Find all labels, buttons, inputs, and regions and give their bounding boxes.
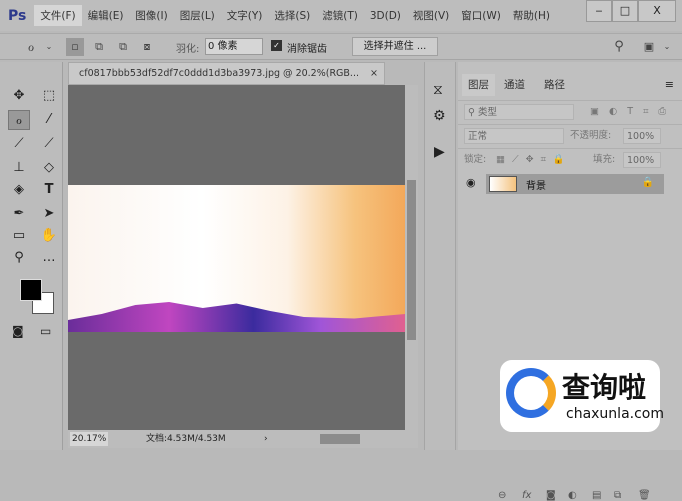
chevron-down-icon[interactable]: ⌄: [658, 38, 676, 56]
move-tool-icon[interactable]: ✥: [8, 86, 30, 106]
fill-label: 填充:: [593, 154, 616, 165]
menu-select[interactable]: 选择(S): [268, 5, 316, 26]
horizontal-scrollbar[interactable]: [320, 434, 360, 444]
path-select-icon[interactable]: ➤: [38, 204, 60, 224]
maximize-button[interactable]: □: [612, 0, 638, 22]
hand-icon[interactable]: ✋: [38, 226, 60, 246]
search-icon[interactable]: ⚲: [610, 38, 628, 56]
mini-panel-dock: ⧖ ⚙ ▶: [424, 62, 456, 450]
adjustment-icon[interactable]: ◐: [568, 490, 577, 501]
layer-name: 背景: [526, 181, 546, 192]
menu-filter[interactable]: 滤镜(T): [316, 5, 364, 26]
opacity-input[interactable]: 100%: [623, 128, 661, 144]
filter-icons[interactable]: ▣◐T⌗⎙: [590, 101, 676, 123]
properties-icon[interactable]: ⚙: [433, 108, 446, 124]
marquee-tool-icon[interactable]: ⬚: [38, 86, 60, 106]
quick-mask-icon[interactable]: ◙: [12, 324, 24, 338]
mask-icon[interactable]: ◙: [546, 490, 556, 501]
lasso-tool-icon[interactable]: ℴ: [8, 110, 30, 130]
foreground-color-swatch[interactable]: [20, 279, 42, 301]
fill-input[interactable]: 100%: [623, 152, 661, 168]
layer-row[interactable]: 背景 🔒: [486, 174, 664, 194]
watermark-icon: [506, 368, 556, 418]
new-layer-icon[interactable]: ⧉: [614, 490, 621, 501]
intersect-selection-icon[interactable]: ⧇: [138, 38, 156, 56]
status-menu-arrow-icon[interactable]: ›: [264, 430, 268, 448]
watermark-brand: 查询啦: [562, 371, 647, 404]
delete-icon[interactable]: 🗑: [638, 490, 651, 501]
fx-icon[interactable]: fx: [522, 490, 531, 501]
tab-channels[interactable]: 通道: [498, 74, 531, 96]
pen-icon[interactable]: ✒: [8, 204, 30, 224]
rectangle-tool-icon[interactable]: ▭: [8, 226, 30, 246]
menu-edit[interactable]: 编辑(E): [82, 5, 130, 26]
blend-mode-select[interactable]: 正常: [464, 128, 564, 144]
layer-filter-select[interactable]: ⚲ 类型: [464, 104, 574, 120]
menu-view[interactable]: 视图(V): [407, 5, 455, 26]
menu-bar: Ps 文件(F) 编辑(E) 图像(I) 图层(L) 文字(Y) 选择(S) 滤…: [0, 0, 682, 31]
feather-label: 羽化:: [176, 44, 200, 55]
menu-window[interactable]: 窗口(W): [455, 5, 507, 26]
new-selection-icon[interactable]: ▫: [66, 38, 84, 56]
opacity-label: 不透明度:: [570, 130, 612, 141]
screen-mode-icon[interactable]: ▭: [40, 324, 51, 338]
options-bar: ℴ ⌄ ▫ ⧉ ⧉ ⧇ 羽化: 0 像素 ✓ 消除锯齿 选择并遮住 ... ⚲ …: [0, 33, 682, 60]
menu-image[interactable]: 图像(I): [129, 5, 173, 26]
tab-paths[interactable]: 路径: [538, 74, 571, 96]
layer-thumbnail: [489, 176, 517, 192]
feather-input[interactable]: 0 像素: [205, 38, 263, 55]
stamp-icon[interactable]: ⊥: [8, 158, 30, 178]
workspace-icon[interactable]: ▣: [640, 38, 658, 56]
lock-label: 锁定:: [464, 154, 487, 165]
filter-label: 类型: [477, 107, 497, 118]
select-and-mask-button[interactable]: 选择并遮住 ...: [352, 37, 438, 56]
group-icon[interactable]: ▤: [592, 490, 601, 501]
panel-menu-icon[interactable]: ≡: [665, 78, 674, 91]
antialias-label: 消除锯齿: [287, 44, 327, 55]
watermark-logo: 查询啦 chaxunla.com: [500, 360, 664, 432]
eyedropper-icon[interactable]: ⟋: [8, 134, 30, 154]
magic-wand-icon[interactable]: ⁄: [38, 110, 60, 130]
brush-icon[interactable]: ⟋: [38, 134, 60, 154]
watermark-url: chaxunla.com: [566, 406, 664, 422]
ps-logo: Ps: [8, 7, 27, 24]
antialias-checkbox[interactable]: ✓: [271, 40, 282, 51]
menu-layer[interactable]: 图层(L): [174, 5, 221, 26]
bucket-icon[interactable]: ◈: [8, 180, 30, 200]
add-selection-icon[interactable]: ⧉: [90, 38, 108, 56]
close-tab-icon[interactable]: ×: [370, 63, 378, 85]
lock-icons[interactable]: ▦⟋✥⌗🔒: [496, 149, 572, 171]
actions-play-icon[interactable]: ▶: [434, 144, 445, 160]
vertical-scrollbar[interactable]: [405, 85, 418, 430]
document-tab[interactable]: cf0817bbb53df52df7c0ddd1d3ba3973.jpg @ 2…: [68, 62, 385, 85]
document-title: cf0817bbb53df52df7c0ddd1d3ba3973.jpg @ 2…: [79, 68, 359, 79]
eraser-icon[interactable]: ◇: [38, 158, 60, 178]
subtract-selection-icon[interactable]: ⧉: [114, 38, 132, 56]
lock-icon: 🔒: [641, 177, 654, 188]
minimize-button[interactable]: ‒: [586, 0, 612, 22]
type-tool-icon[interactable]: T: [38, 180, 60, 200]
link-icon[interactable]: ⊖: [498, 490, 506, 501]
more-tools-icon[interactable]: …: [38, 248, 60, 268]
history-icon[interactable]: ⧖: [433, 82, 443, 98]
chevron-down-icon[interactable]: ⌄: [40, 38, 58, 56]
document-image: [68, 185, 405, 332]
menu-file[interactable]: 文件(F): [34, 5, 82, 26]
menu-type[interactable]: 文字(Y): [221, 5, 269, 26]
close-button[interactable]: X: [638, 0, 676, 22]
visibility-eye-icon[interactable]: ◉: [466, 176, 476, 189]
zoom-tool-icon[interactable]: ⚲: [8, 248, 30, 268]
doc-info: 文档:4.53M/4.53M: [146, 434, 226, 444]
tab-layers[interactable]: 图层: [462, 74, 495, 96]
status-bar: 20.17% 文档:4.53M/4.53M ›: [68, 430, 418, 448]
zoom-level[interactable]: 20.17%: [70, 432, 109, 446]
menu-help[interactable]: 帮助(H): [507, 5, 556, 26]
menu-3d[interactable]: 3D(D): [364, 7, 407, 25]
lasso-preset-icon[interactable]: ℴ: [22, 38, 40, 56]
tools-panel: ✥ ⬚ ℴ ⁄ ⟋ ⟋ ⊥ ◇ ◈ T ✒ ➤ ▭ ✋ ⚲ … ◙ ▭: [0, 62, 63, 450]
